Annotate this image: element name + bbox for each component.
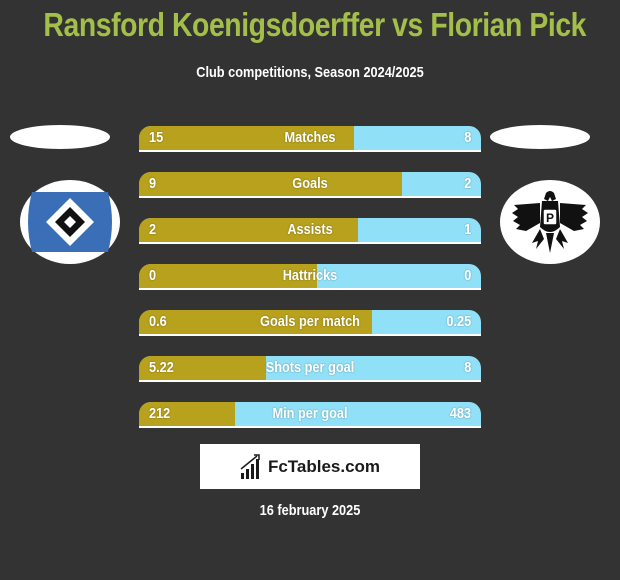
- right-club-logo[interactable]: P: [500, 180, 600, 264]
- stat-label: Shots per goal: [265, 359, 355, 376]
- left-value: 9: [149, 175, 157, 192]
- stat-label: Min per goal: [272, 405, 348, 422]
- left-club-logo[interactable]: [20, 180, 120, 264]
- right-value: 0: [463, 267, 471, 284]
- eagle-crest-icon: P: [512, 191, 588, 253]
- hamburger-sv-diamond-icon: [28, 192, 112, 252]
- stat-row-goals-per-match: 0.6 Goals per match 0.25: [139, 310, 481, 336]
- stat-label: Hattricks: [282, 267, 338, 284]
- stat-row-matches: 15 Matches 8: [139, 126, 481, 152]
- right-value: 8: [463, 359, 471, 376]
- date-label: 16 february 2025: [259, 502, 361, 519]
- right-value: 8: [463, 129, 471, 146]
- stat-label: Goals: [292, 175, 328, 192]
- right-value: 0.25: [446, 313, 471, 330]
- left-player-name-placeholder: [10, 125, 110, 149]
- stat-label: Goals per match: [260, 313, 360, 330]
- left-value: 2: [149, 221, 157, 238]
- stat-label: Matches: [284, 129, 336, 146]
- stat-row-hattricks: 0 Hattricks 0: [139, 264, 481, 290]
- left-value: 15: [149, 129, 164, 146]
- left-value: 0: [149, 267, 157, 284]
- right-value: 2: [463, 175, 471, 192]
- stat-row-assists: 2 Assists 1: [139, 218, 481, 244]
- stat-row-min-per-goal: 212 Min per goal 483: [139, 402, 481, 428]
- right-player-name-placeholder: [490, 125, 590, 149]
- fctables-brand-link[interactable]: FcTables.com: [200, 444, 420, 489]
- bar-chart-icon: [240, 453, 260, 479]
- right-value: 483: [449, 405, 471, 422]
- brand-name: FcTables.com: [267, 456, 381, 476]
- page-title: Ransford Koenigsdoerffer vs Florian Pick: [43, 6, 587, 43]
- svg-text:P: P: [546, 211, 554, 225]
- stat-row-shots-per-goal: 5.22 Shots per goal 8: [139, 356, 481, 382]
- competition-subtitle: Club competitions, Season 2024/2025: [196, 64, 424, 81]
- stat-row-goals: 9 Goals 2: [139, 172, 481, 198]
- right-value: 1: [463, 221, 471, 238]
- stat-label: Assists: [287, 221, 333, 238]
